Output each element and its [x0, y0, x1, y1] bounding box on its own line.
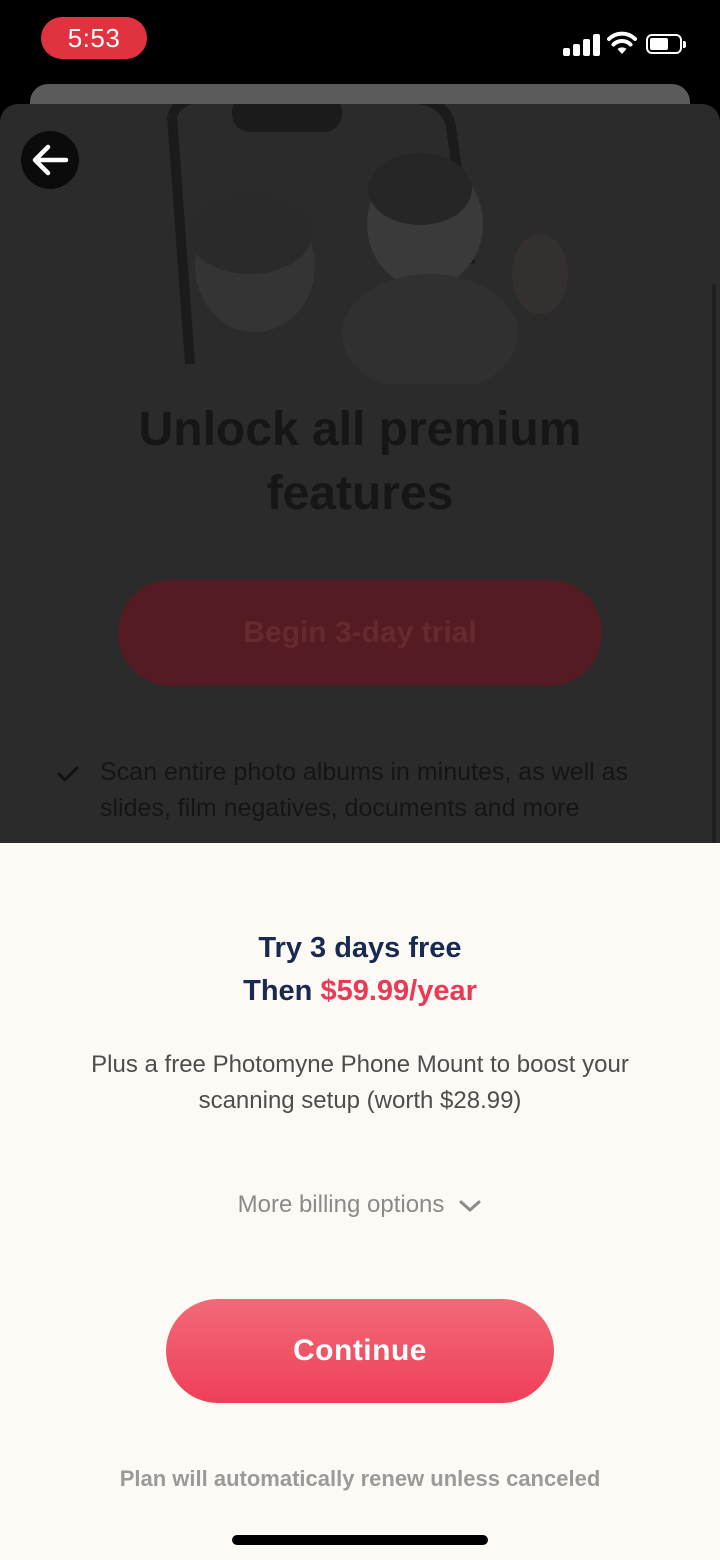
bonus-description: Plus a free Photomyne Phone Mount to boo… — [91, 1051, 629, 1114]
scrollbar[interactable] — [712, 284, 716, 844]
begin-trial-button[interactable]: Begin 3-day trial — [118, 580, 602, 686]
wifi-icon — [607, 31, 637, 54]
price-value: $59.99/year — [320, 975, 477, 1007]
billing-sheet: Try 3 days free Then $59.99/year Plus a … — [0, 843, 720, 1560]
signal-icon — [563, 34, 601, 56]
premium-paywall: Unlock all premium features Begin 3-day … — [0, 104, 720, 844]
more-billing-options-link[interactable]: More billing options — [0, 1187, 720, 1223]
offer-summary: Try 3 days free Then $59.99/year — [0, 927, 720, 1013]
status-bar: 5:53 — [0, 0, 720, 80]
home-indicator[interactable] — [232, 1535, 488, 1545]
battery-icon — [646, 34, 686, 54]
trial-offer: Try 3 days free — [258, 932, 462, 964]
hero-illustration — [167, 104, 568, 384]
paywall-headline: Unlock all premium features — [138, 403, 582, 520]
back-button[interactable] — [21, 131, 79, 189]
billing-options-label: More billing options — [237, 1191, 445, 1218]
arrow-left-icon — [32, 144, 69, 176]
continue-button[interactable]: Continue — [166, 1299, 554, 1403]
chevron-down-icon — [459, 1200, 481, 1212]
feature-text: Scan entire photo albums in minutes, as … — [100, 758, 629, 822]
check-icon — [57, 766, 79, 782]
price-line: Then $59.99/year — [243, 975, 477, 1007]
renewal-notice: Plan will automatically renew unless can… — [119, 1466, 601, 1491]
status-time: 5:53 — [41, 17, 147, 59]
